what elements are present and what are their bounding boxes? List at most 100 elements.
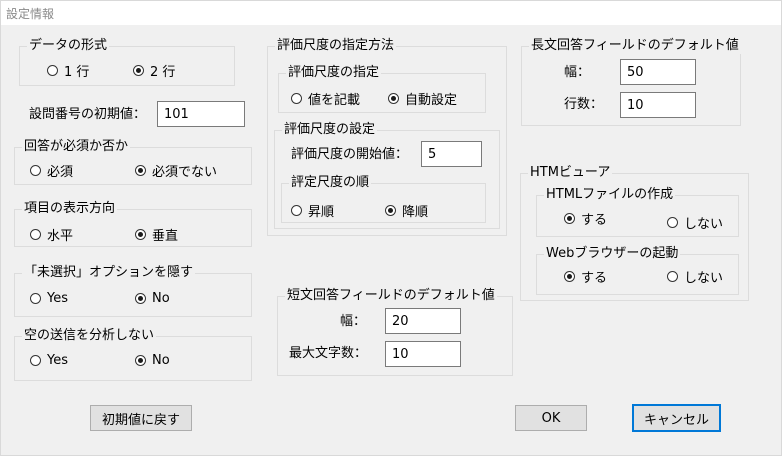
scale-setting-legend: 評価尺度の設定 [282,122,378,138]
hide-unselected-radio-no[interactable]: No [135,290,170,306]
ok-button[interactable]: OK [515,405,587,431]
hide-unselected-group: 「未選択」オプションを隠す Yes No [14,265,252,317]
radio-label: Yes [47,290,68,306]
scale-spec-radio-manual[interactable]: 値を記載 [291,90,361,108]
radio-circle-icon [135,354,146,366]
required-legend: 回答が必須か否か [22,139,131,155]
empty-submit-legend: 空の送信を分析しない [22,328,157,344]
radio-circle-icon [135,164,146,176]
question-number-input[interactable] [157,101,245,127]
scale-setting-group: 評価尺度の設定 評価尺度の開始値： 評定尺度の順 昇順 降順 [274,122,500,229]
scale-spec-legend: 評価尺度の指定 [286,65,382,81]
radio-circle-icon [135,228,146,240]
long-rows-input[interactable] [620,92,696,118]
scale-method-group: 評価尺度の指定方法 評価尺度の指定 値を記載 自動設定 評価尺度の設定 評価尺度… [267,38,507,236]
short-answer-group: 短文回答フィールドのデフォルト値 幅： 最大文字数： [277,288,513,376]
scale-method-legend: 評価尺度の指定方法 [275,38,397,54]
radio-label: 値を記載 [308,92,361,108]
scale-spec-radio-auto[interactable]: 自動設定 [388,90,458,108]
direction-group: 項目の表示方向 水平 垂直 [14,201,252,247]
reset-button[interactable]: 初期値に戻す [90,405,192,431]
radio-circle-icon [291,204,302,216]
direction-radio-vertical[interactable]: 垂直 [135,226,179,244]
long-width-input[interactable] [620,59,696,85]
radio-circle-icon [291,92,302,104]
htm-viewer-legend: HTMビューア [528,165,613,181]
radio-label: 垂直 [152,228,179,244]
data-format-radio-1[interactable]: 1 行 [47,62,90,80]
scale-order-legend: 評定尺度の順 [289,175,372,191]
required-group: 回答が必須か否か 必須 必須でない [14,139,252,185]
question-number-label: 設問番号の初期値： [29,107,147,122]
radio-label: 2 行 [150,64,176,80]
radio-label: 水平 [47,228,74,244]
radio-label: 降順 [402,204,429,220]
data-format-group: データの形式 1 行 2 行 [19,38,235,86]
radio-label: する [581,212,608,228]
empty-submit-radio-no[interactable]: No [135,352,170,368]
short-width-input[interactable] [385,308,461,334]
radio-label: 1 行 [64,64,90,80]
empty-submit-group: 空の送信を分析しない Yes No [14,328,252,381]
radio-circle-icon [564,270,575,282]
radio-circle-icon [47,64,58,76]
launch-browser-group: Webブラウザーの起動 する しない [536,246,739,295]
scale-start-label: 評価尺度の開始値： [291,147,409,162]
long-answer-group: 長文回答フィールドのデフォルト値 幅： 行数： [521,38,741,126]
launch-browser-legend: Webブラウザーの起動 [544,246,681,262]
settings-dialog: 設定情報 データの形式 1 行 2 行 設問番号の初期値： 回答が必須か否か 必… [0,0,782,456]
data-format-legend: データの形式 [27,38,110,54]
short-max-input[interactable] [385,341,461,367]
scale-order-radio-desc[interactable]: 降順 [385,202,429,220]
radio-circle-icon [564,212,575,224]
radio-circle-icon [30,292,41,304]
create-html-radio-yes[interactable]: する [564,210,608,228]
direction-legend: 項目の表示方向 [22,201,118,217]
radio-circle-icon [30,228,41,240]
long-answer-legend: 長文回答フィールドのデフォルト値 [529,38,741,54]
radio-circle-icon [135,292,146,304]
radio-circle-icon [385,204,396,216]
launch-browser-radio-no[interactable]: しない [667,268,724,286]
data-format-radio-2[interactable]: 2 行 [133,62,176,80]
title-bar: 設定情報 [1,1,781,25]
scale-order-group: 評定尺度の順 昇順 降順 [281,175,486,223]
long-rows-label: 行数： [564,97,604,112]
radio-circle-icon [30,164,41,176]
radio-label: 必須でない [152,164,218,180]
short-max-label: 最大文字数： [289,346,368,361]
radio-circle-icon [388,92,399,104]
short-width-label: 幅： [340,314,367,329]
create-html-legend: HTMLファイルの作成 [544,187,676,203]
cancel-button[interactable]: キャンセル [632,404,721,432]
radio-label: 自動設定 [405,92,458,108]
hide-unselected-legend: 「未選択」オプションを隠す [22,265,196,281]
radio-circle-icon [30,354,41,366]
radio-label: 昇順 [308,204,335,220]
scale-order-radio-asc[interactable]: 昇順 [291,202,335,220]
window-title: 設定情報 [6,7,55,21]
scale-start-input[interactable] [421,141,482,167]
scale-spec-group: 評価尺度の指定 値を記載 自動設定 [278,65,486,113]
radio-label: 必須 [47,164,74,180]
short-answer-legend: 短文回答フィールドのデフォルト値 [285,288,497,304]
radio-label: しない [684,270,724,286]
radio-label: No [152,352,170,368]
direction-radio-horizontal[interactable]: 水平 [30,226,74,244]
long-width-label: 幅： [564,65,591,80]
radio-circle-icon [667,270,678,282]
radio-circle-icon [133,64,144,76]
hide-unselected-radio-yes[interactable]: Yes [30,290,68,306]
create-html-group: HTMLファイルの作成 する しない [536,187,739,237]
required-radio-not-required[interactable]: 必須でない [135,162,218,180]
radio-label: Yes [47,352,68,368]
htm-viewer-group: HTMビューア HTMLファイルの作成 する しない Webブラウザーの起動 す… [520,165,749,301]
radio-circle-icon [667,216,678,228]
create-html-radio-no[interactable]: しない [667,214,724,232]
empty-submit-radio-yes[interactable]: Yes [30,352,68,368]
radio-label: しない [684,216,724,232]
radio-label: No [152,290,170,306]
required-radio-required[interactable]: 必須 [30,162,74,180]
launch-browser-radio-yes[interactable]: する [564,268,608,286]
radio-label: する [581,270,608,286]
